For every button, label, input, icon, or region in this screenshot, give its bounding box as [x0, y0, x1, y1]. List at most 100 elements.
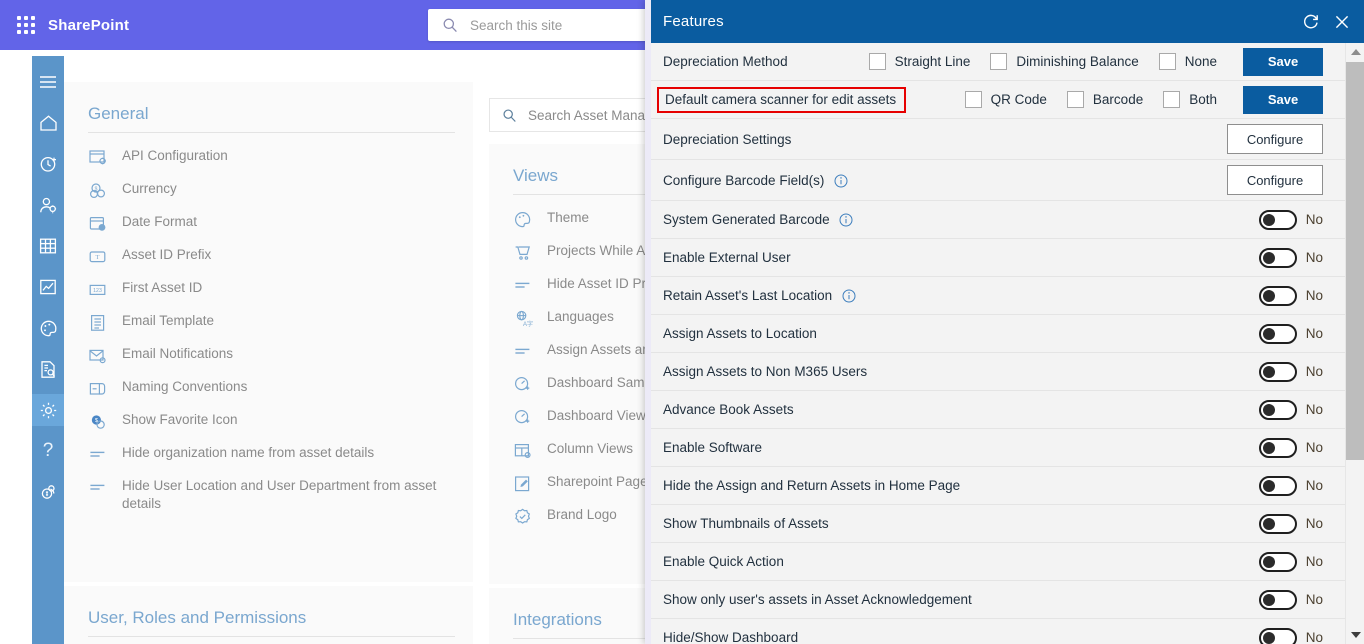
dashboard-add-icon	[515, 377, 530, 391]
list-item[interactable]: Email Notifications	[64, 339, 473, 372]
user-settings-icon[interactable]	[32, 189, 64, 221]
feature-row-configure-barcode-fields: Configure Barcode Field(s) Configure	[651, 160, 1345, 201]
list-item[interactable]: Hide organization name from asset detail…	[64, 438, 473, 471]
calendar-clock-icon	[89, 216, 106, 231]
list-item-label: Currency	[122, 181, 177, 196]
line-chart-icon[interactable]	[32, 271, 64, 303]
question-mark-icon[interactable]: ?	[32, 435, 64, 467]
list-item[interactable]: Date Format	[64, 207, 473, 240]
list-item-label: Email Template	[122, 313, 215, 328]
toggle-advance-book-assets[interactable]: No	[1258, 399, 1323, 420]
toggle-assign-assets-to-location[interactable]: No	[1258, 323, 1323, 344]
toggle-show-thumbnails-of-assets[interactable]: No	[1258, 513, 1323, 534]
toggle-track[interactable]	[1258, 589, 1297, 610]
list-item[interactable]: Hide User Location and User Department f…	[64, 471, 473, 519]
feature-label: Hide/Show Dashboard	[663, 630, 799, 644]
scroll-up-arrow-icon[interactable]	[1346, 43, 1364, 61]
feature-label: Show only user's assets in Asset Acknowl…	[663, 592, 972, 607]
toggle-track[interactable]	[1258, 437, 1297, 458]
checkbox-none[interactable]: None	[1158, 53, 1217, 70]
sharepoint-brand-title[interactable]: SharePoint	[48, 17, 129, 34]
save-button[interactable]: Save	[1243, 85, 1323, 114]
hide-lines-icon	[515, 282, 530, 288]
toggle-assign-assets-to-non-m365-users[interactable]: No	[1258, 361, 1323, 382]
checkbox-straight-line[interactable]: Straight Line	[868, 53, 970, 70]
checkbox-box[interactable]	[868, 53, 886, 70]
money-icon[interactable]	[32, 476, 64, 508]
info-icon[interactable]	[839, 213, 853, 227]
toggle-retain-assets-last-location[interactable]: No	[1258, 285, 1323, 306]
checkbox-qr-code[interactable]: QR Code	[964, 91, 1047, 108]
toggle-hide-show-dashboard[interactable]: No	[1258, 627, 1323, 644]
feature-label: Advance Book Assets	[663, 402, 794, 417]
toggle-knob	[1262, 631, 1275, 644]
list-item[interactable]: 123 First Asset ID	[64, 273, 473, 306]
toggle-knob	[1262, 441, 1275, 454]
feature-row-depreciation-settings: Depreciation Settings Configure	[651, 119, 1345, 160]
checkbox-both[interactable]: Both	[1163, 91, 1217, 108]
toggle-track[interactable]	[1258, 513, 1297, 534]
toggle-track[interactable]	[1258, 627, 1297, 644]
toggle-track[interactable]	[1258, 285, 1297, 306]
list-item[interactable]: $ Show Favorite Icon	[64, 405, 473, 438]
toggle-track[interactable]	[1258, 399, 1297, 420]
checkbox-box[interactable]	[990, 53, 1008, 70]
list-item[interactable]: Naming Conventions	[64, 372, 473, 405]
toggle-track[interactable]	[1258, 551, 1297, 572]
sidebar-item-settings[interactable]	[32, 394, 64, 426]
general-section-title: General	[88, 104, 149, 123]
close-icon[interactable]	[1334, 14, 1350, 30]
toggle-track[interactable]	[1258, 209, 1297, 230]
panel-scrollbar[interactable]	[1345, 43, 1364, 644]
scrollbar-thumb[interactable]	[1346, 62, 1364, 460]
list-item[interactable]: Email Template	[64, 306, 473, 339]
toggle-track[interactable]	[1258, 475, 1297, 496]
list-item-label: Projects While Ass	[547, 243, 659, 258]
checkbox-box[interactable]	[1158, 53, 1176, 70]
info-icon[interactable]	[842, 289, 856, 303]
palette-icon[interactable]	[32, 312, 64, 344]
table-grid-icon[interactable]	[32, 230, 64, 262]
feature-label: Enable Quick Action	[663, 554, 784, 569]
toggle-value: No	[1305, 326, 1323, 341]
general-section: General API Configuration $ Currency Dat…	[64, 82, 473, 582]
info-icon[interactable]	[834, 174, 848, 188]
list-item[interactable]: $ Currency	[64, 174, 473, 207]
document-search-icon[interactable]	[32, 353, 64, 385]
feature-row-depreciation-method: Depreciation Method Straight Line Dimini…	[651, 43, 1345, 81]
list-item[interactable]: API Configuration	[64, 141, 473, 174]
numbers-123-icon: 123	[89, 284, 106, 296]
toggle-enable-quick-action[interactable]: No	[1258, 551, 1323, 572]
list-item[interactable]: T Asset ID Prefix	[64, 240, 473, 273]
scroll-down-arrow-icon[interactable]	[1346, 626, 1364, 644]
search-icon	[503, 108, 516, 122]
save-button[interactable]: Save	[1243, 47, 1323, 76]
toggle-enable-external-user[interactable]: No	[1258, 247, 1323, 268]
checkbox-barcode[interactable]: Barcode	[1066, 91, 1144, 108]
checkbox-box[interactable]	[964, 91, 982, 108]
home-icon[interactable]	[32, 107, 64, 139]
toggle-show-only-users-assets[interactable]: No	[1258, 589, 1323, 610]
configure-button[interactable]: Configure	[1227, 165, 1323, 195]
toggle-knob	[1262, 593, 1275, 606]
toggle-system-generated-barcode[interactable]: No	[1258, 209, 1323, 230]
checkbox-diminishing-balance[interactable]: Diminishing Balance	[990, 53, 1139, 70]
checkbox-box[interactable]	[1066, 91, 1084, 108]
divider	[513, 194, 661, 195]
toggle-track[interactable]	[1258, 361, 1297, 382]
checkbox-label: Barcode	[1092, 92, 1144, 107]
toggle-hide-assign-return-assets[interactable]: No	[1258, 475, 1323, 496]
email-gear-icon	[89, 349, 106, 364]
toggle-value: No	[1305, 402, 1323, 417]
naming-tag-icon	[89, 382, 106, 395]
toggle-track[interactable]	[1258, 247, 1297, 268]
toggle-enable-software[interactable]: No	[1258, 437, 1323, 458]
toggle-track[interactable]	[1258, 323, 1297, 344]
refresh-icon[interactable]	[1302, 13, 1320, 31]
hamburger-menu-icon[interactable]	[32, 66, 64, 98]
asset-clock-icon[interactable]	[32, 148, 64, 180]
app-launcher-icon[interactable]	[16, 15, 36, 35]
checkbox-box[interactable]	[1163, 91, 1181, 108]
configure-button[interactable]: Configure	[1227, 124, 1323, 154]
screenshot-root: SharePoint Search this site ? Search Ass…	[0, 0, 1364, 644]
